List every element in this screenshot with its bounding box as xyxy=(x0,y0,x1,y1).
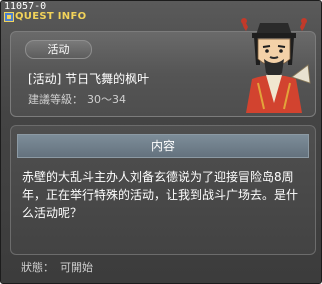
content-header: 内容 xyxy=(17,134,309,158)
quest-window-icon xyxy=(4,12,14,22)
level-range: 30～34 xyxy=(87,93,126,106)
status-value: 可開始 xyxy=(60,261,93,274)
quest-description: 赤壁的大乱斗主办人刘备玄德说为了迎接冒险岛8周年，正在举行特殊的活动，让我到战斗… xyxy=(22,170,299,220)
quest-status: 狀態： 可開始 xyxy=(21,259,93,275)
content-panel: 内容 赤壁的大乱斗主办人刘备玄德说为了迎接冒险岛8周年，正在举行特殊的活动，让我… xyxy=(10,125,316,255)
quest-info-window: 11057-0 QUEST INFO 活动 [活动] 节日飞舞的枫叶 建議等級：… xyxy=(0,0,322,284)
recommended-level: 建議等級： 30～34 xyxy=(28,91,126,107)
quest-category-tag: 活动 xyxy=(25,40,92,59)
status-label: 狀態： xyxy=(21,261,54,274)
level-label: 建議等級： xyxy=(28,93,83,106)
window-title: QUEST INFO xyxy=(15,11,87,22)
quest-name: [活动] 节日飞舞的枫叶 xyxy=(28,72,150,86)
npc-liu-bei-portrait-icon xyxy=(241,18,311,113)
title-bar[interactable]: QUEST INFO xyxy=(3,11,143,23)
